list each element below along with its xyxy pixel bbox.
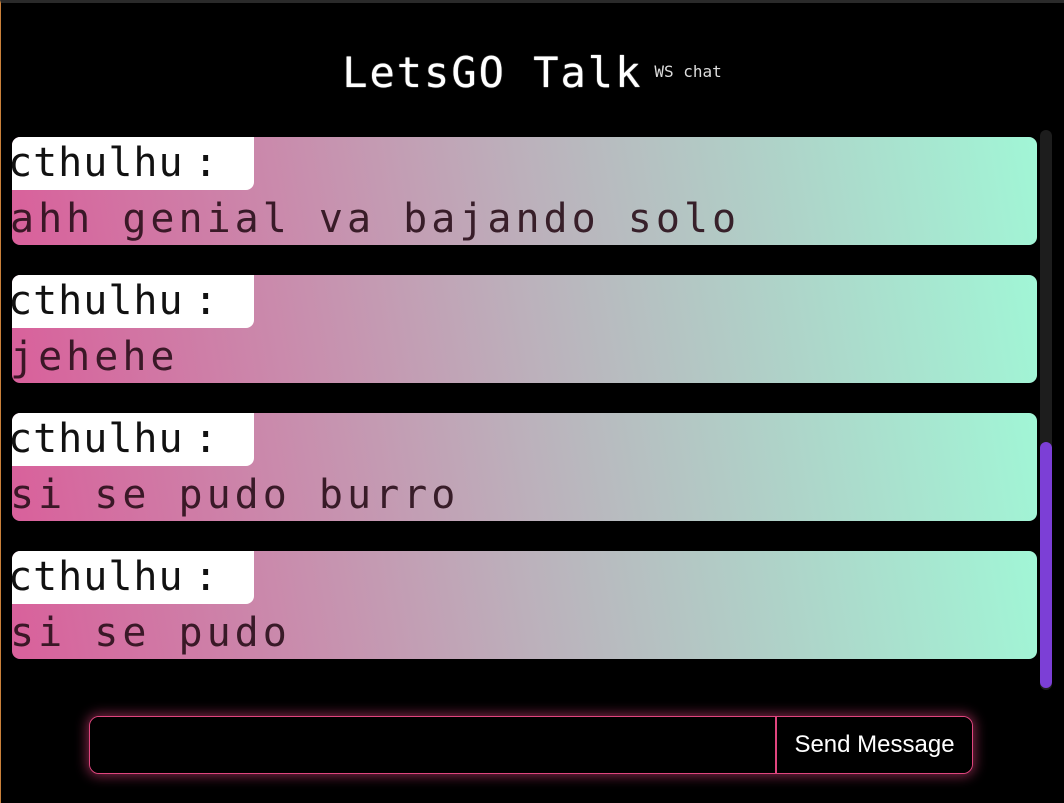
author-separator: : — [193, 554, 219, 600]
chat-header: LetsGO Talk WS chat — [0, 50, 1064, 100]
author-separator: : — [193, 140, 219, 186]
app-subtitle: WS chat — [654, 62, 722, 81]
message-item: cthulhu: si se pudo burro — [12, 413, 1037, 521]
message-author: cthulhu — [12, 416, 184, 462]
message-text: jehehe — [12, 334, 179, 380]
message-author-tag: cthulhu: — [12, 275, 254, 328]
author-separator: : — [193, 416, 219, 462]
message-item: cthulhu: jehehe — [12, 275, 1037, 383]
message-author: cthulhu — [12, 554, 184, 600]
author-separator: : — [193, 278, 219, 324]
message-author: cthulhu — [12, 278, 184, 324]
scrollbar-thumb[interactable] — [1040, 442, 1052, 688]
message-author-tag: cthulhu: — [12, 137, 254, 190]
message-composer: Send Message — [89, 716, 973, 774]
message-author: cthulhu — [12, 140, 184, 186]
message-item: cthulhu: si se pudo — [12, 551, 1037, 659]
message-author-tag: cthulhu: — [12, 551, 254, 604]
message-text: si se pudo — [12, 610, 291, 656]
message-text: si se pudo burro — [12, 472, 460, 518]
message-author-tag: cthulhu: — [12, 413, 254, 466]
message-text: ahh genial va bajando solo — [12, 196, 741, 242]
app-title: LetsGO Talk — [342, 48, 643, 97]
message-item: cthulhu: ahh genial va bajando solo — [12, 137, 1037, 245]
message-list[interactable]: cthulhu: ahh genial va bajando solo cthu… — [12, 137, 1037, 687]
message-input[interactable] — [90, 717, 775, 773]
send-message-button[interactable]: Send Message — [777, 717, 972, 773]
